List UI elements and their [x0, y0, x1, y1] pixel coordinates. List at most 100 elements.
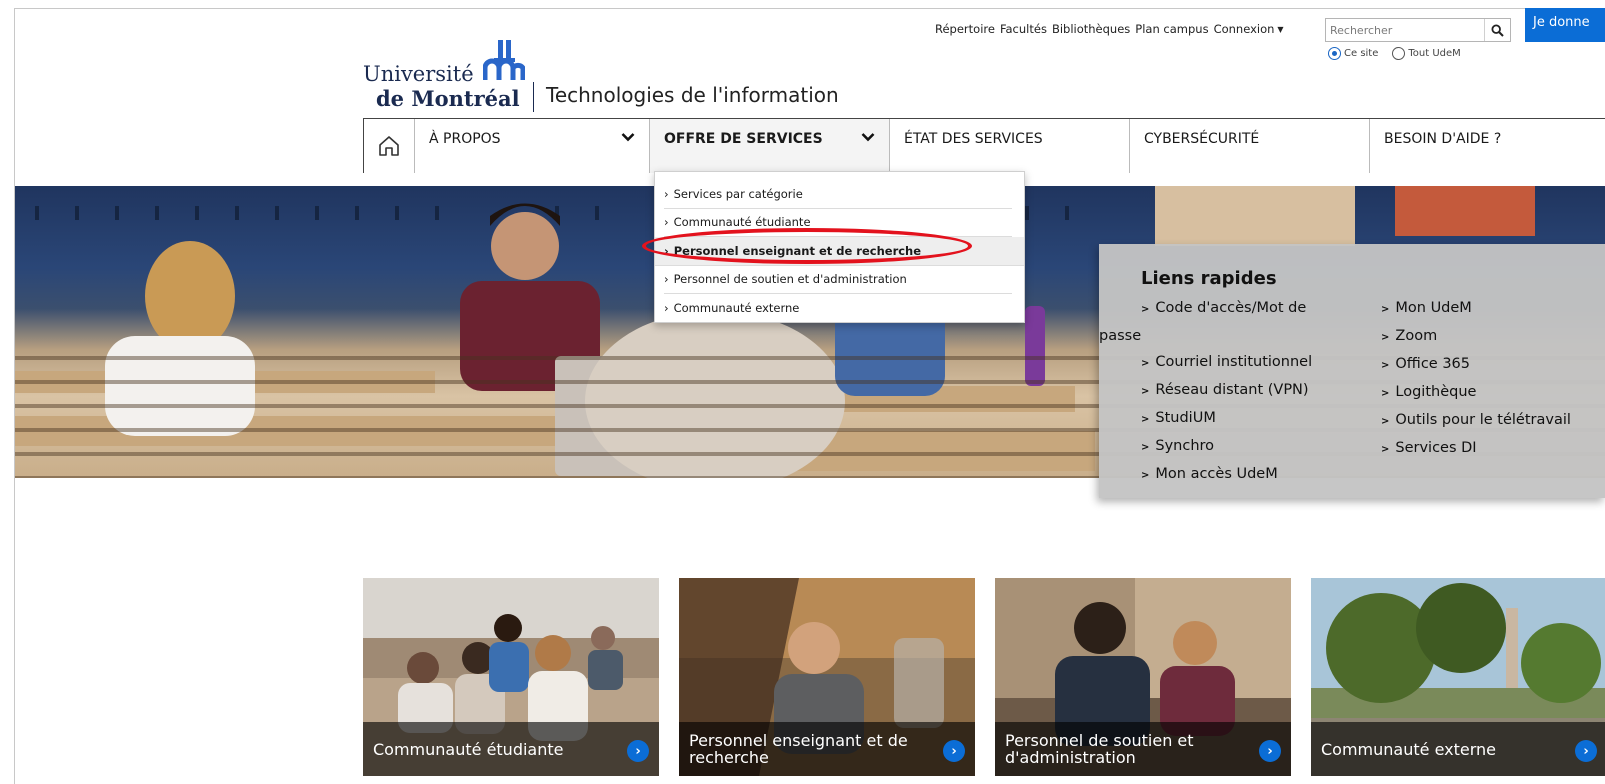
quick-link-office365[interactable]: > Office 365	[1381, 351, 1571, 379]
main-nav: À PROPOS OFFRE DE SERVICES ÉTAT DES SERV…	[363, 118, 1605, 173]
chevron-right-icon: >	[1381, 360, 1390, 371]
site-subtitle: Technologies de l'information	[546, 83, 839, 107]
nav-home[interactable]	[363, 119, 415, 173]
chevron-right-icon: >	[1381, 388, 1390, 399]
quick-link-code-acces-cont[interactable]: passe	[1099, 323, 1381, 349]
services-dropdown-menu: › Services par catégorie › Communauté ét…	[654, 171, 1025, 323]
card-label: Personnel enseignant et de recherche	[679, 722, 975, 776]
quick-link-synchro[interactable]: > Synchro	[1141, 433, 1381, 461]
link-bibliotheques[interactable]: Bibliothèques	[1052, 22, 1130, 36]
logo-university-line1: Université	[363, 62, 474, 86]
logo-separator	[533, 82, 534, 112]
audience-cards: Communauté étudiante › Personnel enseign…	[363, 578, 1605, 776]
arrow-right-circle-icon: ›	[1575, 740, 1597, 762]
chevron-right-icon: >	[1141, 386, 1150, 397]
dropdown-item-label: Communauté étudiante	[673, 215, 811, 230]
nav-cyber-label: CYBERSÉCURITÉ	[1144, 131, 1260, 147]
home-icon	[379, 136, 399, 156]
nav-aide-label: BESOIN D'AIDE ?	[1384, 131, 1502, 147]
dropdown-item-label: Personnel enseignant et de recherche	[673, 243, 922, 258]
card-label: Personnel de soutien et d'administration	[995, 722, 1291, 776]
search-icon	[1491, 23, 1504, 37]
dropdown-item-etudiante[interactable]: › Communauté étudiante	[664, 209, 1012, 237]
udem-emblem-icon	[483, 40, 525, 80]
nav-a-propos[interactable]: À PROPOS	[415, 119, 650, 173]
logo-university-line2: de Montréal	[376, 86, 520, 111]
search-input[interactable]	[1326, 19, 1484, 41]
nav-besoin-aide[interactable]: BESOIN D'AIDE ?	[1370, 119, 1605, 173]
arrow-right-circle-icon: ›	[943, 740, 965, 762]
arrow-right-circle-icon: ›	[627, 740, 649, 762]
chevron-right-icon: >	[1381, 304, 1390, 315]
connexion-menu[interactable]: Connexion ▼	[1214, 22, 1284, 36]
dropdown-item-label: Personnel de soutien et d'administration	[673, 272, 907, 287]
dropdown-item-enseignant[interactable]: › Personnel enseignant et de recherche	[655, 237, 1024, 266]
quick-link-courriel[interactable]: > Courriel institutionnel	[1141, 349, 1381, 377]
chevron-right-icon: ›	[664, 301, 669, 316]
connexion-label: Connexion	[1213, 22, 1275, 36]
chevron-down-icon	[861, 131, 875, 145]
card-communaute-etudiante[interactable]: Communauté étudiante ›	[363, 578, 659, 776]
scope-all-radio[interactable]: Tout UdeM	[1392, 47, 1461, 60]
site-logo[interactable]: Université de Montréal Technologies de l…	[363, 40, 843, 112]
chevron-right-icon: >	[1141, 414, 1150, 425]
dropdown-item-label: Communauté externe	[673, 301, 800, 316]
top-border	[14, 8, 1605, 9]
chevron-right-icon: ›	[664, 215, 669, 230]
scope-site-radio[interactable]: Ce site	[1328, 47, 1378, 60]
dropdown-item-categorie[interactable]: › Services par catégorie	[664, 180, 1012, 209]
quick-links-panel: Liens rapides > Code d'accès/Mot de passe…	[1099, 244, 1605, 498]
nav-offre-label: OFFRE DE SERVICES	[664, 131, 823, 147]
nav-etat-label: ÉTAT DES SERVICES	[904, 131, 1043, 147]
chevron-right-icon: >	[1141, 442, 1150, 453]
card-personnel-enseignant[interactable]: Personnel enseignant et de recherche ›	[679, 578, 975, 776]
quick-link-teletravail[interactable]: > Outils pour le télétravail	[1381, 407, 1571, 435]
quick-links-left-column: > Code d'accès/Mot de passe > Courriel ins…	[1099, 295, 1381, 489]
quick-link-mon-acces[interactable]: > Mon accès UdeM	[1141, 461, 1381, 489]
chevron-right-icon: ›	[664, 186, 669, 201]
quick-links-right-column: > Mon UdeM > Zoom > Office 365 > Logithèque …	[1381, 295, 1571, 489]
scope-all-label: Tout UdeM	[1408, 48, 1461, 59]
link-repertoire[interactable]: Répertoire	[935, 22, 995, 36]
card-label: Communauté externe	[1311, 722, 1605, 776]
nav-etat-des-services[interactable]: ÉTAT DES SERVICES	[890, 119, 1130, 173]
chevron-right-icon: >	[1381, 332, 1390, 343]
dropdown-item-externe[interactable]: › Communauté externe	[664, 294, 1012, 323]
caret-down-icon: ▼	[1277, 24, 1284, 34]
card-personnel-soutien[interactable]: Personnel de soutien et d'administration…	[995, 578, 1291, 776]
chevron-right-icon: >	[1381, 444, 1390, 455]
nav-offre-de-services[interactable]: OFFRE DE SERVICES	[650, 119, 890, 173]
donate-button[interactable]: Je donne	[1525, 8, 1605, 42]
chevron-right-icon: >	[1381, 416, 1390, 427]
quick-link-studium[interactable]: > StudiUM	[1141, 405, 1381, 433]
chevron-right-icon: >	[1141, 304, 1150, 315]
quick-link-services-di[interactable]: > Services DI	[1381, 435, 1571, 463]
search-box	[1325, 18, 1511, 42]
chevron-right-icon: ›	[664, 272, 669, 287]
dropdown-item-soutien[interactable]: › Personnel de soutien et d'administrati…	[664, 266, 1012, 294]
quick-link-vpn[interactable]: > Réseau distant (VPN)	[1141, 377, 1381, 405]
search-button[interactable]	[1484, 19, 1510, 41]
chevron-down-icon	[621, 131, 635, 145]
nav-a-propos-label: À PROPOS	[429, 131, 501, 147]
nav-cybersecurite[interactable]: CYBERSÉCURITÉ	[1130, 119, 1370, 173]
quick-links-title: Liens rapides	[1141, 268, 1277, 289]
quick-link-logitheque[interactable]: > Logithèque	[1381, 379, 1571, 407]
quick-link-mon-udem[interactable]: > Mon UdeM	[1381, 295, 1571, 323]
dropdown-item-label: Services par catégorie	[673, 186, 803, 201]
quick-link-code-acces[interactable]: > Code d'accès/Mot de	[1141, 295, 1381, 323]
arrow-right-circle-icon: ›	[1259, 740, 1281, 762]
card-label: Communauté étudiante	[363, 722, 659, 776]
radio-unchecked-icon	[1392, 47, 1406, 60]
scope-site-label: Ce site	[1344, 48, 1379, 59]
chevron-right-icon: >	[1141, 358, 1150, 369]
link-plan-campus[interactable]: Plan campus	[1135, 22, 1208, 36]
chevron-right-icon: ›	[664, 243, 669, 258]
card-communaute-externe[interactable]: Communauté externe ›	[1311, 578, 1605, 776]
link-facultes[interactable]: Facultés	[1000, 22, 1047, 36]
quick-link-zoom[interactable]: > Zoom	[1381, 323, 1571, 351]
search-scope: Ce site Tout UdeM	[1328, 47, 1461, 60]
radio-checked-icon	[1328, 47, 1341, 60]
quick-links-columns: > Code d'accès/Mot de passe > Courriel ins…	[1099, 295, 1605, 489]
utility-links: Répertoire Facultés Bibliothèques Plan c…	[935, 22, 1284, 36]
